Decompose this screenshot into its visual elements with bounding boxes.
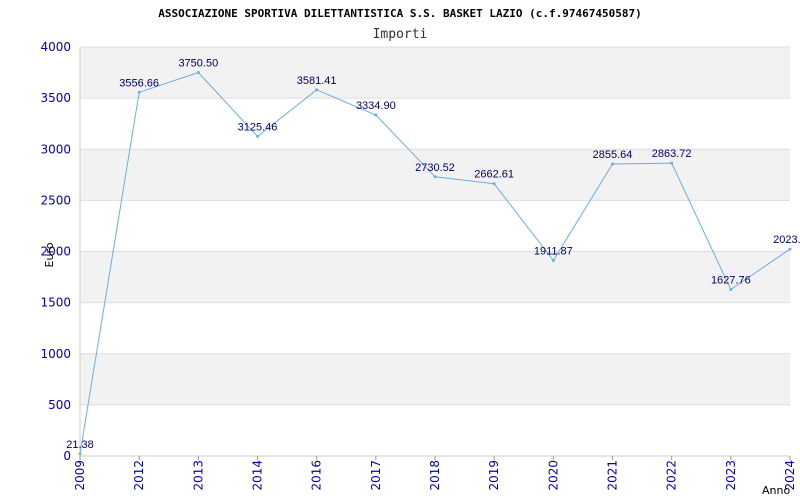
data-label: 2730.52 xyxy=(415,162,455,174)
grid-band xyxy=(80,251,790,303)
data-label: 2855.64 xyxy=(593,149,633,161)
x-tick-label: 2023 xyxy=(724,460,738,491)
data-point xyxy=(433,175,437,179)
data-point xyxy=(670,161,674,165)
y-tick-label: 500 xyxy=(48,398,71,412)
x-tick-label: 2022 xyxy=(665,460,679,491)
data-point xyxy=(729,288,733,292)
data-label: 1627.76 xyxy=(711,275,751,287)
data-label: 2863.72 xyxy=(652,148,692,160)
x-tick-label: 2017 xyxy=(369,460,383,491)
grid-band xyxy=(80,404,790,456)
grid-band xyxy=(80,200,790,252)
x-tick-label: 2021 xyxy=(606,460,620,491)
data-point xyxy=(78,452,82,456)
x-tick-label: 2014 xyxy=(251,460,265,491)
y-tick-label: 1000 xyxy=(40,347,71,361)
y-tick-label: 3500 xyxy=(40,91,71,105)
data-point xyxy=(611,162,614,166)
data-label: 2023.8 xyxy=(773,234,800,246)
data-label: 2662.61 xyxy=(474,169,514,181)
chart-subtitle: Importi xyxy=(373,27,428,42)
x-axis-label: Anno xyxy=(762,484,790,497)
x-tick-label: 2019 xyxy=(487,460,501,491)
x-tick-label: 2013 xyxy=(191,460,205,491)
y-tick-label: 4000 xyxy=(40,40,71,54)
data-point xyxy=(196,71,200,75)
data-point xyxy=(492,182,496,186)
y-axis-label: Euro xyxy=(43,242,56,267)
grid-band xyxy=(80,47,790,99)
chart-title: ASSOCIAZIONE SPORTIVA DILETTANTISTICA S.… xyxy=(158,7,641,20)
grid-band xyxy=(80,98,790,150)
plot-background xyxy=(79,46,790,457)
data-point xyxy=(788,247,792,251)
x-axis: 2009 2012 2013 2014 2016 2017 2018 2019 2020 2021… xyxy=(73,456,797,491)
data-label: 3125.46 xyxy=(238,121,278,133)
data-label: 21.38 xyxy=(66,439,94,451)
grid-band xyxy=(80,302,790,354)
data-point xyxy=(315,88,319,92)
data-point xyxy=(256,134,259,138)
x-tick-label: 2018 xyxy=(428,460,442,491)
line-chart: ASSOCIAZIONE SPORTIVA DILETTANTISTICA S.… xyxy=(40,7,800,497)
y-tick-label: 3000 xyxy=(40,142,71,156)
data-label: 3750.50 xyxy=(178,58,218,70)
data-label: 3334.90 xyxy=(356,100,396,112)
x-tick-label: 2020 xyxy=(546,460,560,491)
x-tick-label: 2012 xyxy=(132,460,146,491)
y-tick-label: 0 xyxy=(63,449,71,463)
data-label: 3581.41 xyxy=(297,75,337,87)
data-label: 3556.66 xyxy=(119,77,159,89)
data-point xyxy=(374,113,378,117)
y-tick-label: 2500 xyxy=(40,193,71,207)
x-tick-label: 2009 xyxy=(73,460,87,491)
y-tick-label: 1500 xyxy=(40,296,71,310)
data-point xyxy=(551,259,555,263)
data-point xyxy=(137,90,141,94)
grid-band xyxy=(80,353,790,405)
data-label: 1911.87 xyxy=(534,246,573,258)
x-tick-label: 2016 xyxy=(310,460,324,491)
